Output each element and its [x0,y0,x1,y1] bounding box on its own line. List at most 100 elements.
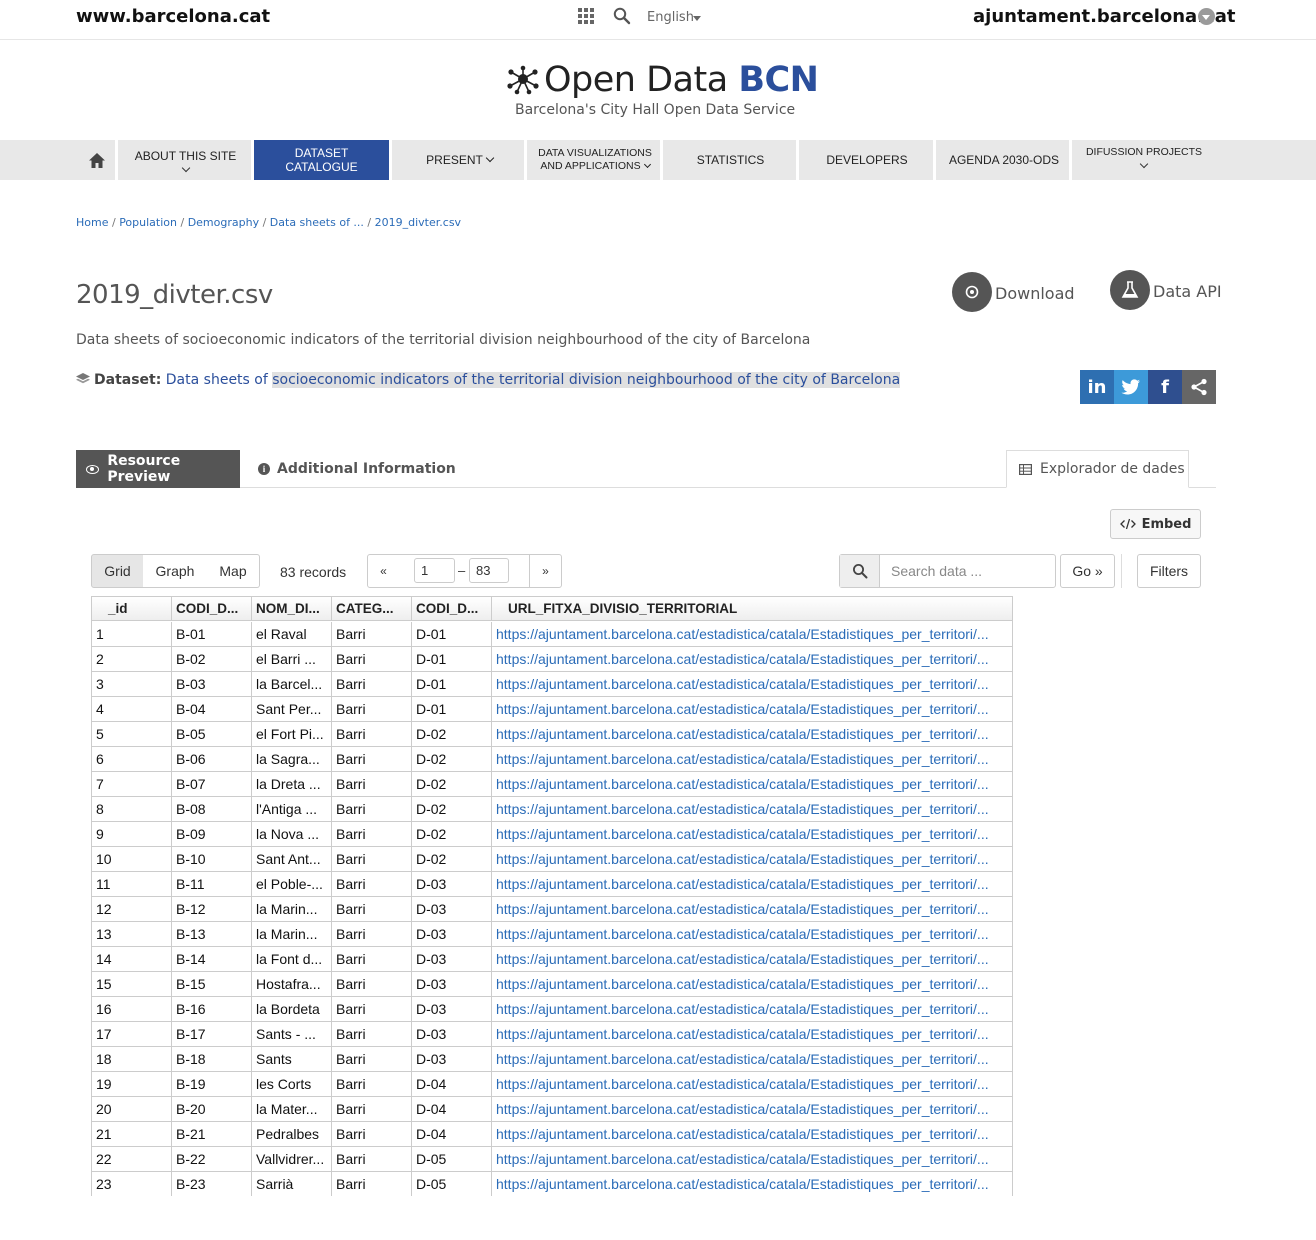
breadcrumb-demography[interactable]: Demography [188,216,259,229]
table-row[interactable]: 7 B-07 la Dreta ... Barri D-02 https://ajunta… [92,772,1012,797]
nav-statistics[interactable]: STATISTICS [660,140,798,180]
nav-home[interactable] [76,140,118,180]
column-header[interactable]: URL_FITXA_DIVISIO_TERRITORIAL [492,597,1012,620]
embed-button[interactable]: Embed [1110,509,1201,539]
table-row[interactable]: 23 B-23 Sarrià Barri D-05 https://ajuntament.… [92,1172,1012,1196]
url-cell[interactable]: https://ajuntament.barcelona.cat/estadis… [492,1047,1012,1071]
table-cell: 22 [92,1147,172,1171]
table-row[interactable]: 4 B-04 Sant Per... Barri D-01 https://ajuntam… [92,697,1012,722]
table-row[interactable]: 10 B-10 Sant Ant... Barri D-02 https://ajunta… [92,847,1012,872]
facebook-icon[interactable]: f [1148,370,1182,404]
prev-page-button[interactable]: « [367,554,400,588]
url-cell[interactable]: https://ajuntament.barcelona.cat/estadis… [492,747,1012,771]
tab-additional-information[interactable]: i Additional Information [258,450,456,488]
table-row[interactable]: 20 B-20 la Mater... Barri D-04 https://ajunta… [92,1097,1012,1122]
view-graph-button[interactable]: Graph [143,554,208,588]
go-button[interactable]: Go » [1060,554,1115,588]
dataset-link[interactable]: Data sheets of socioeconomic indicators … [166,372,901,388]
nav-about[interactable]: ABOUT THIS SITE [115,140,253,180]
url-cell[interactable]: https://ajuntament.barcelona.cat/estadis… [492,697,1012,721]
nav-present[interactable]: PRESENT [389,140,527,180]
view-grid-button[interactable]: Grid [91,554,144,588]
download-button[interactable] [952,272,992,312]
url-cell[interactable]: https://ajuntament.barcelona.cat/estadis… [492,872,1012,896]
search-data-input[interactable]: Search data ... [880,555,1055,587]
data-api-label[interactable]: Data API [1153,282,1222,301]
url-cell[interactable]: https://ajuntament.barcelona.cat/estadis… [492,1022,1012,1046]
column-header[interactable]: NOM_DI... [252,597,332,620]
page-to-input[interactable]: 83 [469,558,509,583]
column-header[interactable]: _id [92,597,172,620]
table-row[interactable]: 1 B-01 el Raval Barri D-01 https://ajuntament… [92,622,1012,647]
table-row[interactable]: 6 B-06 la Sagra... Barri D-02 https://ajuntam… [92,747,1012,772]
table-row[interactable]: 21 B-21 Pedralbes Barri D-04 https://ajuntame… [92,1122,1012,1147]
url-cell[interactable]: https://ajuntament.barcelona.cat/estadis… [492,897,1012,921]
nav-developers[interactable]: DEVELOPERS [796,140,935,180]
filters-button[interactable]: Filters [1137,554,1201,588]
apps-grid-icon[interactable] [578,8,594,24]
url-cell[interactable]: https://ajuntament.barcelona.cat/estadis… [492,972,1012,996]
table-row[interactable]: 2 B-02 el Barri ... Barri D-01 https://ajunta… [92,647,1012,672]
chevron-down-icon[interactable] [1198,8,1215,25]
tab-resource-preview[interactable]: Resource Preview [76,450,240,488]
url-cell[interactable]: https://ajuntament.barcelona.cat/estadis… [492,772,1012,796]
search-icon[interactable] [613,7,631,25]
url-cell[interactable]: https://ajuntament.barcelona.cat/estadis… [492,947,1012,971]
twitter-icon[interactable] [1114,370,1148,404]
url-cell[interactable]: https://ajuntament.barcelona.cat/estadis… [492,1122,1012,1146]
nav-agenda-2030[interactable]: AGENDA 2030-ODS [933,140,1072,180]
url-cell[interactable]: https://ajuntament.barcelona.cat/estadis… [492,1072,1012,1096]
language-selector[interactable]: English [647,10,694,25]
caret-down-icon[interactable] [693,16,701,21]
ajuntament-link[interactable]: ajuntament.barcelona.cat [973,6,1235,27]
table-row[interactable]: 22 B-22 Vallvidrer... Barri D-05 https://ajun… [92,1147,1012,1172]
table-row[interactable]: 14 B-14 la Font d... Barri D-03 https://ajunt… [92,947,1012,972]
next-page-button[interactable]: » [529,554,562,588]
table-row[interactable]: 3 B-03 la Barcel... Barri D-01 https://ajunta… [92,672,1012,697]
share-icon[interactable] [1182,370,1216,404]
column-header[interactable]: CATEG... [332,597,412,620]
url-cell[interactable]: https://ajuntament.barcelona.cat/estadis… [492,997,1012,1021]
table-row[interactable]: 18 B-18 Sants Barri D-03 https://ajuntament.b… [92,1047,1012,1072]
tab-data-explorer[interactable]: Explorador de dades [1006,450,1189,488]
table-row[interactable]: 19 B-19 les Corts Barri D-04 https://ajuntame… [92,1072,1012,1097]
url-cell[interactable]: https://ajuntament.barcelona.cat/estadis… [492,847,1012,871]
column-header[interactable]: CODI_D... [412,597,492,620]
table-row[interactable]: 11 B-11 el Poble-... Barri D-03 https://ajunt… [92,872,1012,897]
linkedin-icon[interactable]: in [1080,370,1114,404]
table-row[interactable]: 15 B-15 Hostafra... Barri D-03 https://ajunta… [92,972,1012,997]
nav-dataset-catalogue[interactable]: DATASET CATALOGUE [251,140,389,180]
url-cell[interactable]: https://ajuntament.barcelona.cat/estadis… [492,922,1012,946]
data-api-button[interactable] [1110,270,1150,310]
nav-difussion-projects[interactable]: DIFUSSION PROJECTS [1069,140,1216,180]
breadcrumb-current[interactable]: 2019_divter.csv [375,216,461,229]
url-cell[interactable]: https://ajuntament.barcelona.cat/estadis… [492,1097,1012,1121]
download-label[interactable]: Download [995,284,1075,303]
table-row[interactable]: 9 B-09 la Nova ... Barri D-02 https://ajuntam… [92,822,1012,847]
table-row[interactable]: 13 B-13 la Marin... Barri D-03 https://ajunta… [92,922,1012,947]
url-cell[interactable]: https://ajuntament.barcelona.cat/estadis… [492,722,1012,746]
breadcrumb-population[interactable]: Population [119,216,177,229]
url-cell[interactable]: https://ajuntament.barcelona.cat/estadis… [492,797,1012,821]
table-row[interactable]: 12 B-12 la Marin... Barri D-03 https://ajunta… [92,897,1012,922]
url-cell[interactable]: https://ajuntament.barcelona.cat/estadis… [492,672,1012,696]
nav-data-visualizations[interactable]: DATA VISUALIZATIONS AND APPLICATIONS [524,140,663,180]
table-row[interactable]: 5 B-05 el Fort Pi... Barri D-02 https://ajunt… [92,722,1012,747]
url-cell[interactable]: https://ajuntament.barcelona.cat/estadis… [492,622,1012,646]
table-row[interactable]: 8 B-08 l'Antiga ... Barri D-02 https://ajunta… [92,797,1012,822]
table-cell: Barri [332,922,412,946]
view-map-button[interactable]: Map [207,554,260,588]
url-cell[interactable]: https://ajuntament.barcelona.cat/estadis… [492,822,1012,846]
table-row[interactable]: 16 B-16 la Bordeta Barri D-03 https://ajuntam… [92,997,1012,1022]
url-cell[interactable]: https://ajuntament.barcelona.cat/estadis… [492,647,1012,671]
data-grid[interactable]: _id CODI_D... NOM_DI... CATEG... CODI_D.… [91,596,1013,1196]
table-row[interactable]: 17 B-17 Sants - ... Barri D-03 https://ajunta… [92,1022,1012,1047]
breadcrumb-home[interactable]: Home [76,216,108,229]
url-cell[interactable]: https://ajuntament.barcelona.cat/estadis… [492,1147,1012,1171]
breadcrumb-data-sheets[interactable]: Data sheets of ... [270,216,364,229]
page-from-input[interactable]: 1 [414,558,455,583]
url-cell[interactable]: https://ajuntament.barcelona.cat/estadis… [492,1172,1012,1196]
search-icon[interactable] [840,555,880,587]
barcelona-site-link[interactable]: www.barcelona.cat [76,6,270,27]
column-header[interactable]: CODI_D... [172,597,252,620]
